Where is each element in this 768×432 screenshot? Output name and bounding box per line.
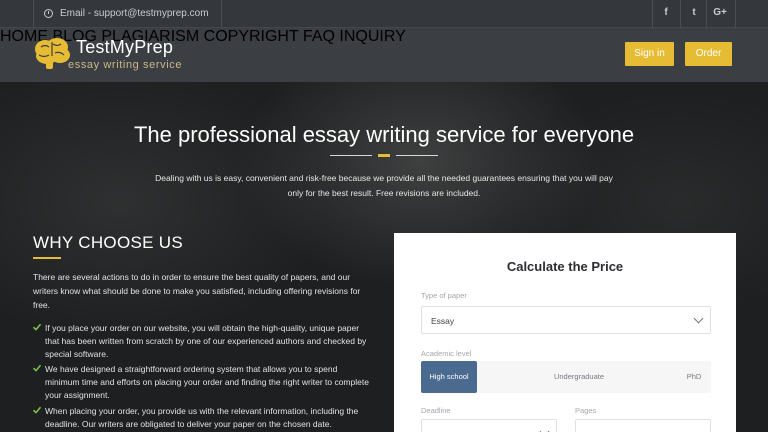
check-icon <box>33 364 41 372</box>
why-item-text: We have designed a straightforward order… <box>45 364 369 400</box>
level-undergraduate[interactable]: Undergraduate <box>539 361 619 393</box>
pages-stepper[interactable] <box>575 419 711 432</box>
site-header: TestMyPrep essay writing service HOME BL… <box>0 28 768 82</box>
google-plus-icon[interactable]: G+ <box>706 7 734 18</box>
hero-title: The professional essay writing service f… <box>133 122 635 147</box>
brain-logo-icon[interactable] <box>33 37 71 71</box>
price-calculator: Calculate the Price Type of paper Essay … <box>394 233 736 432</box>
nav-inquiry[interactable]: INQUIRY <box>339 28 405 45</box>
brand-tagline: essay writing service <box>68 59 183 71</box>
clock-icon <box>44 9 53 18</box>
twitter-icon[interactable]: t <box>680 7 708 18</box>
type-of-paper-value: Essay <box>431 316 455 326</box>
academic-level-label: Academic level <box>421 349 472 358</box>
title-divider-right <box>396 155 438 156</box>
sign-in-button[interactable]: Sign in <box>625 42 674 66</box>
calculator-title: Calculate the Price <box>506 259 624 274</box>
chevron-down-icon <box>539 426 550 432</box>
type-of-paper-select[interactable]: Essay <box>421 306 711 334</box>
why-title-underline <box>33 257 61 259</box>
why-item-text: When placing your order, you provide us … <box>45 406 359 429</box>
email-text: Email - support@testmyprep.com <box>60 8 209 19</box>
top-bar: Email - support@testmyprep.com f t G+ <box>0 0 768 28</box>
why-list-item: If you place your order on our website, … <box>33 322 373 361</box>
divider <box>735 0 736 28</box>
divider <box>221 0 222 28</box>
contact-email[interactable]: Email - support@testmyprep.com <box>44 8 209 19</box>
divider <box>33 0 34 28</box>
why-item-text: If you place your order on our website, … <box>45 323 367 359</box>
check-icon <box>33 406 41 414</box>
brand-name[interactable]: TestMyPrep <box>76 37 173 58</box>
hero-description: Dealing with us is easy, convenient and … <box>155 173 613 198</box>
level-phd[interactable]: PhD <box>677 361 711 393</box>
order-button[interactable]: Order <box>685 42 732 66</box>
deadline-select[interactable] <box>421 419 557 432</box>
nav-copyright[interactable]: COPYRIGHT <box>204 28 299 45</box>
why-choose-title: WHY CHOOSE US <box>33 233 183 252</box>
chevron-down-icon <box>693 313 704 324</box>
title-divider-left <box>330 155 372 156</box>
facebook-icon[interactable]: f <box>652 7 680 18</box>
why-list-item: We have designed a straightforward order… <box>33 363 373 402</box>
level-high-school[interactable]: High school <box>421 361 477 393</box>
check-icon <box>33 323 41 331</box>
type-of-paper-label: Type of paper <box>421 291 467 300</box>
hero-section: The professional essay writing service f… <box>0 82 768 432</box>
deadline-label: Deadline <box>421 406 451 415</box>
why-intro-text: There are several actions to do in order… <box>33 272 361 310</box>
why-list-item: When placing your order, you provide us … <box>33 405 373 431</box>
nav-faq[interactable]: FAQ <box>303 28 335 45</box>
academic-level-selector: High school Undergraduate PhD <box>421 361 711 393</box>
title-divider-accent <box>378 154 390 157</box>
pages-label: Pages <box>575 406 597 415</box>
